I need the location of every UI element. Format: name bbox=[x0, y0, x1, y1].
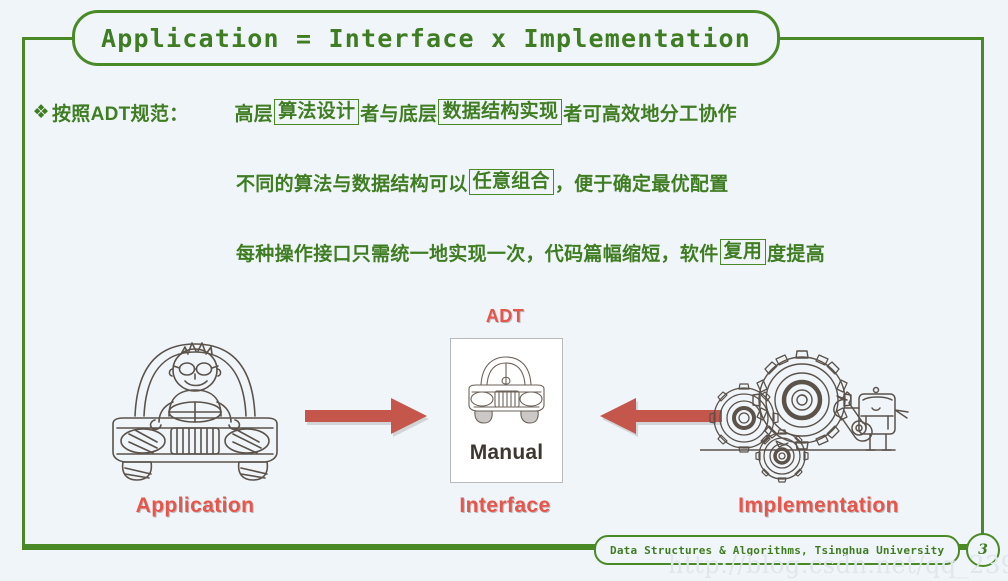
implementation-label: Implementation bbox=[738, 494, 899, 517]
slide-title: Application = Interface x Implementation bbox=[101, 23, 752, 53]
slide-body: ❖ 按照ADT规范： 高层 算法设计 者与底层 数据结构实现 者可高效地分工协作… bbox=[0, 92, 1008, 302]
segment-plain: 每种操作接口只需统一地实现一次，代码篇幅缩短，软件 bbox=[236, 243, 719, 265]
segment-boxed-data-structure-impl: 数据结构实现 bbox=[438, 99, 563, 125]
slide-title-pill: Application = Interface x Implementation bbox=[72, 10, 781, 66]
csdn-watermark: http://blog.csdn.net/qq_23912545 bbox=[668, 551, 1008, 579]
interface-label: Interface bbox=[459, 494, 551, 517]
adt-label: ADT bbox=[485, 306, 525, 326]
segment-plain: 者可高效地分工协作 bbox=[563, 103, 737, 125]
segment-boxed-reuse: 复用 bbox=[719, 239, 767, 265]
manual-cover-car-illustration bbox=[459, 351, 554, 429]
segment-boxed-any-combination: 任意组合 bbox=[468, 169, 554, 195]
segment-plain: 者与底层 bbox=[360, 103, 438, 125]
bullet-line-1: ❖ 按照ADT规范： 高层 算法设计 者与底层 数据结构实现 者可高效地分工协作 bbox=[0, 92, 1008, 132]
segment-plain: 高层 bbox=[234, 103, 274, 125]
bullet-line-1-lead: 按照ADT规范： bbox=[52, 103, 189, 125]
segment-plain: 不同的算法与数据结构可以 bbox=[236, 173, 468, 195]
bullet-line-3: 每种操作接口只需统一地实现一次，代码篇幅缩短，软件 复用 度提高 bbox=[236, 232, 1008, 272]
adt-diagram: ADT Manual Application Interface Impleme… bbox=[0, 296, 1008, 536]
segment-plain: ，便于确定最优配置 bbox=[554, 173, 729, 195]
segment-plain: 度提高 bbox=[767, 243, 826, 265]
manual-title-text: Manual bbox=[469, 441, 544, 464]
segment-boxed-algorithm-design: 算法设计 bbox=[274, 99, 360, 125]
bullet-line-2: 不同的算法与数据结构可以 任意组合 ，便于确定最优配置 bbox=[236, 162, 1008, 202]
bullet-diamond-icon: ❖ bbox=[32, 101, 50, 123]
implementation-gears-illustration bbox=[699, 338, 935, 488]
arrow-application-to-interface bbox=[305, 388, 435, 448]
application-car-illustration bbox=[95, 324, 295, 489]
application-label: Application bbox=[135, 494, 255, 517]
interface-manual-booklet: Manual bbox=[450, 338, 563, 483]
